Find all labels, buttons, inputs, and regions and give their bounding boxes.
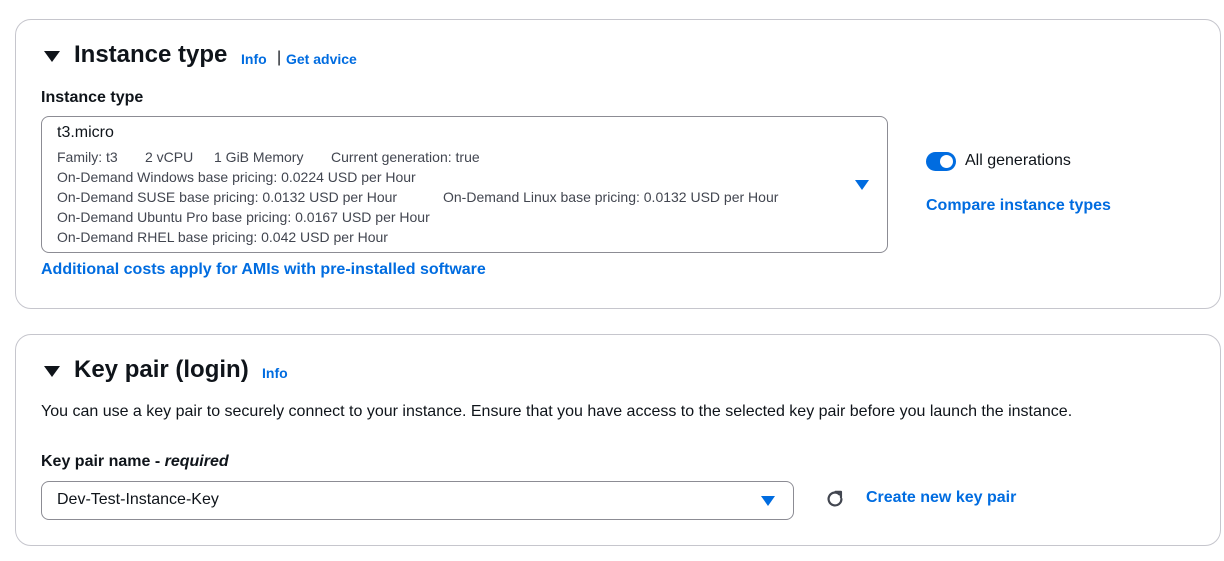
collapse-caret-icon[interactable] (44, 366, 60, 377)
key-pair-info-link[interactable]: Info (262, 365, 288, 381)
get-advice-link[interactable]: Get advice (286, 51, 357, 67)
suse-pricing: On-Demand SUSE base pricing: 0.0132 USD … (57, 189, 398, 205)
required-marker: required (164, 453, 229, 470)
key-pair-description: You can use a key pair to securely conne… (41, 403, 1073, 420)
refresh-icon[interactable] (824, 488, 846, 510)
ubuntu-pricing: On-Demand Ubuntu Pro base pricing: 0.016… (57, 209, 430, 225)
instance-memory: 1 GiB Memory (214, 149, 304, 165)
dropdown-arrow-icon (761, 496, 775, 506)
windows-pricing: On-Demand Windows base pricing: 0.0224 U… (57, 169, 416, 185)
all-generations-toggle[interactable] (926, 152, 956, 171)
instance-type-selected-name: t3.micro (57, 124, 114, 141)
instance-type-field-label: Instance type (41, 89, 144, 106)
link-separator: | (277, 49, 282, 66)
key-pair-selected-value: Dev-Test-Instance-Key (57, 491, 219, 508)
instance-type-panel: Instance type Info | Get advice Instance… (15, 19, 1221, 309)
key-pair-name-label-text: Key pair name - (41, 453, 165, 470)
dropdown-arrow-icon (855, 180, 869, 190)
rhel-pricing: On-Demand RHEL base pricing: 0.042 USD p… (57, 229, 388, 245)
instance-family: Family: t3 (57, 149, 118, 165)
compare-instance-types-link[interactable]: Compare instance types (926, 197, 1111, 215)
key-pair-panel: Key pair (login) Info You can use a key … (15, 334, 1221, 546)
linux-pricing: On-Demand Linux base pricing: 0.0132 USD… (443, 189, 779, 205)
key-pair-select[interactable]: Dev-Test-Instance-Key (41, 481, 794, 520)
instance-type-title: Instance type (74, 41, 228, 68)
collapse-caret-icon[interactable] (44, 51, 60, 62)
create-new-key-pair-link[interactable]: Create new key pair (866, 489, 1016, 507)
instance-generation: Current generation: true (331, 149, 480, 165)
key-pair-name-label: Key pair name - required (41, 453, 229, 471)
instance-vcpu: 2 vCPU (145, 149, 194, 165)
all-generations-label: All generations (965, 152, 1071, 169)
key-pair-title: Key pair (login) (74, 356, 249, 383)
additional-costs-link[interactable]: Additional costs apply for AMIs with pre… (41, 261, 486, 279)
instance-type-info-link[interactable]: Info (241, 51, 267, 67)
toggle-knob (940, 155, 953, 168)
instance-type-select[interactable]: t3.micro Family: t3 2 vCPU 1 GiB Memory … (41, 116, 888, 253)
